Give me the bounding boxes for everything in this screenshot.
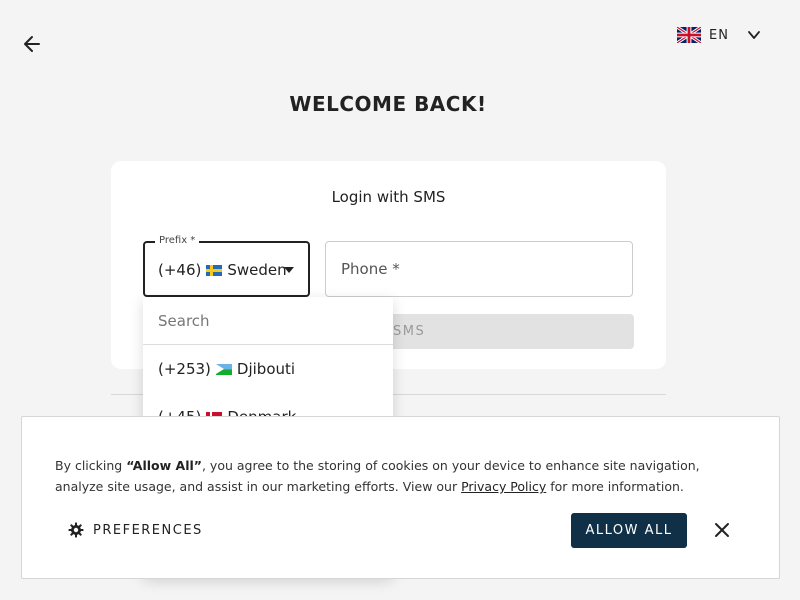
prefix-search-input[interactable] — [143, 297, 393, 345]
page-title: WELCOME BACK! — [289, 92, 487, 116]
prefix-code: (+46) — [158, 261, 202, 279]
sweden-flag-icon — [206, 264, 223, 276]
language-selector[interactable]: EN — [677, 27, 761, 43]
caret-down-icon — [284, 267, 294, 273]
uk-flag-icon — [677, 27, 701, 43]
cookie-text-prefix: By clicking — [55, 458, 127, 473]
allow-all-button[interactable]: ALLOW ALL — [571, 513, 687, 548]
close-icon[interactable] — [714, 522, 730, 538]
back-arrow-icon[interactable] — [22, 34, 42, 54]
prefix-value: (+46) Sweden — [158, 261, 287, 279]
cookie-text-suffix: for more information. — [546, 479, 684, 494]
option-country: Djibouti — [236, 360, 296, 378]
preferences-button[interactable]: PREFERENCES — [68, 522, 203, 538]
cookie-banner: By clicking “Allow All”, you agree to th… — [21, 416, 780, 579]
prefix-select[interactable]: Prefix * (+46) Sweden — [143, 235, 310, 297]
chevron-down-icon — [748, 31, 760, 39]
prefix-option-djibouti[interactable]: (+253) Djibouti — [143, 345, 393, 393]
cookie-text: By clicking “Allow All”, you agree to th… — [55, 455, 735, 497]
gear-icon — [68, 522, 84, 538]
preferences-label: PREFERENCES — [93, 522, 203, 538]
cookie-text-bold: “Allow All” — [126, 458, 202, 473]
login-card-title: Login with SMS — [331, 188, 446, 206]
phone-input[interactable] — [325, 241, 633, 297]
option-code: (+253) — [158, 360, 211, 378]
prefix-label: Prefix * — [155, 235, 200, 246]
djibouti-flag-icon — [215, 363, 232, 375]
language-code: EN — [709, 27, 729, 43]
prefix-country: Sweden — [227, 261, 287, 279]
privacy-policy-link[interactable]: Privacy Policy — [461, 479, 546, 494]
